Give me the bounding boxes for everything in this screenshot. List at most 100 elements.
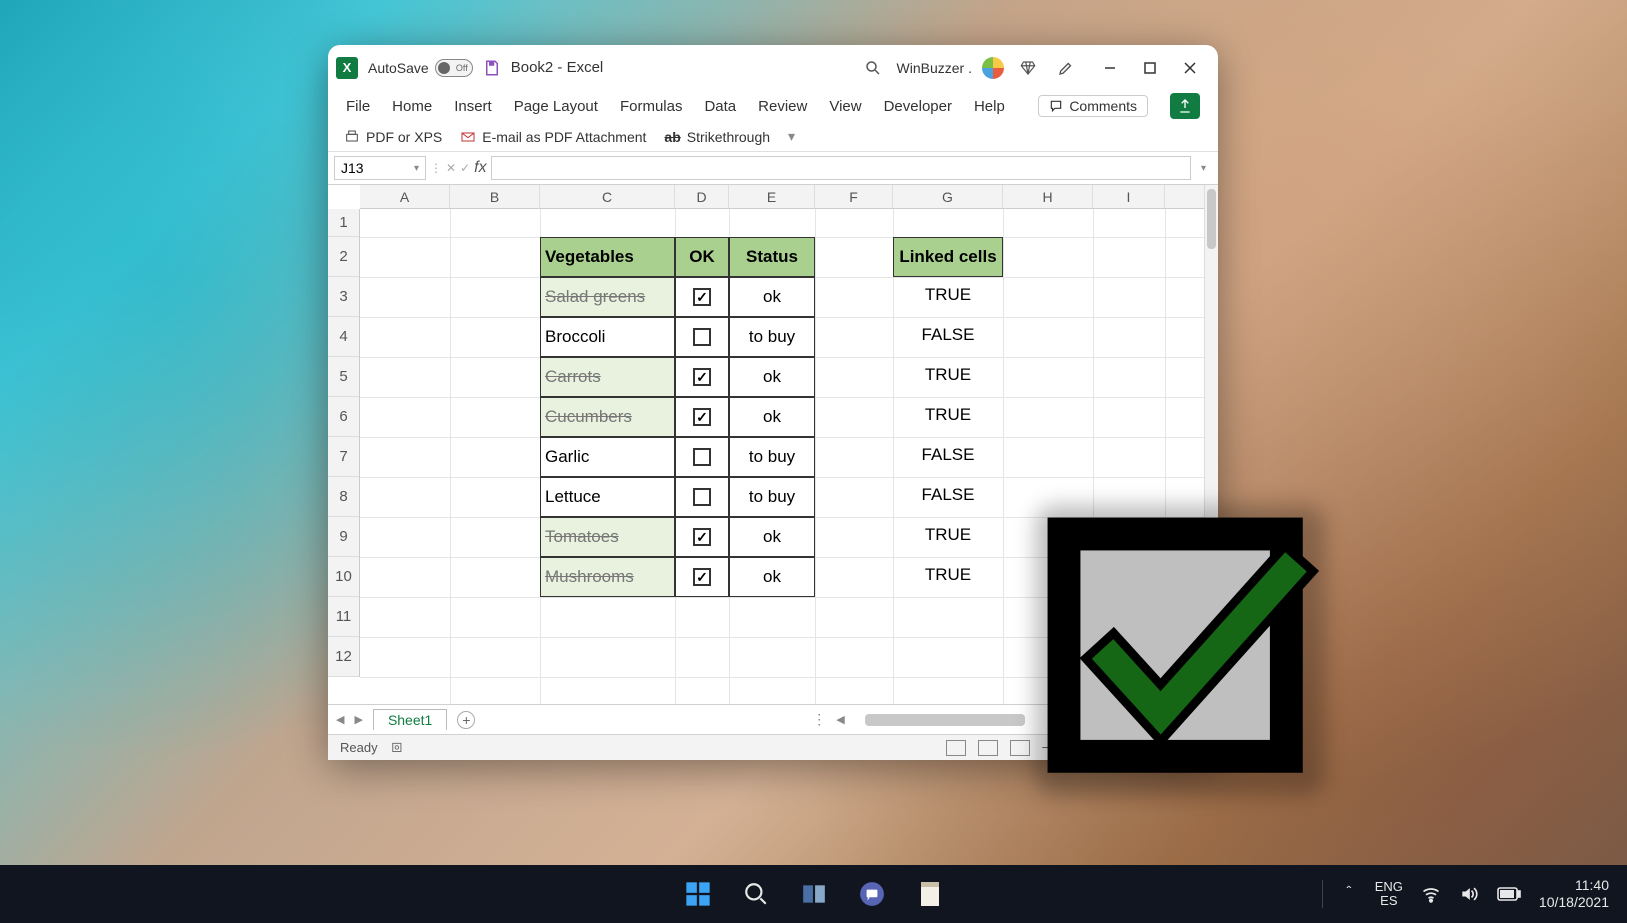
checkbox[interactable] xyxy=(693,568,711,586)
table-header[interactable]: Status xyxy=(729,237,815,277)
checkbox[interactable] xyxy=(693,488,711,506)
language-indicator[interactable]: ENGES xyxy=(1375,880,1403,909)
tab-data[interactable]: Data xyxy=(704,98,736,115)
wifi-icon[interactable] xyxy=(1421,884,1441,904)
tab-home[interactable]: Home xyxy=(392,98,432,115)
cell-vegetable[interactable]: Salad greens xyxy=(540,277,675,317)
cell-ok[interactable] xyxy=(675,397,729,437)
qat-email-pdf[interactable]: E-mail as PDF Attachment xyxy=(460,129,646,145)
taskbar-explorer-icon[interactable] xyxy=(915,879,945,909)
row-header-2[interactable]: 2 xyxy=(328,237,359,277)
formula-input[interactable] xyxy=(491,156,1191,180)
cell-ok[interactable] xyxy=(675,317,729,357)
cell-linked[interactable]: TRUE xyxy=(893,365,1003,385)
cell-status[interactable]: ok xyxy=(729,357,815,397)
cell-status[interactable]: to buy xyxy=(729,477,815,517)
account-name[interactable]: WinBuzzer . xyxy=(897,60,972,76)
tab-review[interactable]: Review xyxy=(758,98,807,115)
cell-linked[interactable]: TRUE xyxy=(893,285,1003,305)
checkbox[interactable] xyxy=(693,368,711,386)
row-header-12[interactable]: 12 xyxy=(328,637,359,677)
row-header-10[interactable]: 10 xyxy=(328,557,359,597)
cell-status[interactable]: ok xyxy=(729,517,815,557)
tab-formulas[interactable]: Formulas xyxy=(620,98,683,115)
row-header-3[interactable]: 3 xyxy=(328,277,359,317)
cell-vegetable[interactable]: Lettuce xyxy=(540,477,675,517)
cell-linked[interactable]: TRUE xyxy=(893,405,1003,425)
row-header-5[interactable]: 5 xyxy=(328,357,359,397)
tab-insert[interactable]: Insert xyxy=(454,98,492,115)
cell-ok[interactable] xyxy=(675,277,729,317)
cell-ok[interactable] xyxy=(675,357,729,397)
share-button[interactable] xyxy=(1170,93,1200,119)
minimize-button[interactable] xyxy=(1090,52,1130,84)
taskbar-search-icon[interactable] xyxy=(741,879,771,909)
cancel-icon[interactable]: ✕ xyxy=(446,161,456,175)
battery-icon[interactable] xyxy=(1497,887,1521,901)
comments-button[interactable]: Comments xyxy=(1038,95,1148,117)
row-header-7[interactable]: 7 xyxy=(328,437,359,477)
checkbox[interactable] xyxy=(693,328,711,346)
row-header-8[interactable]: 8 xyxy=(328,477,359,517)
col-header-I[interactable]: I xyxy=(1093,185,1165,208)
sheet-tab-sheet1[interactable]: Sheet1 xyxy=(373,709,447,730)
row-header-6[interactable]: 6 xyxy=(328,397,359,437)
tab-page-layout[interactable]: Page Layout xyxy=(514,98,598,115)
cell-status[interactable]: ok xyxy=(729,557,815,597)
add-sheet-button[interactable]: + xyxy=(457,711,475,729)
cell-vegetable[interactable]: Tomatoes xyxy=(540,517,675,557)
maximize-button[interactable] xyxy=(1130,52,1170,84)
col-header-C[interactable]: C xyxy=(540,185,675,208)
col-header-B[interactable]: B xyxy=(450,185,540,208)
qat-overflow[interactable]: ▾ xyxy=(788,128,795,145)
tab-developer[interactable]: Developer xyxy=(884,98,952,115)
task-view-icon[interactable] xyxy=(799,879,829,909)
taskbar-chat-icon[interactable] xyxy=(857,879,887,909)
column-headers[interactable]: ABCDEFGHI xyxy=(360,185,1204,209)
cell-status[interactable]: ok xyxy=(729,397,815,437)
qat-pdf-xps[interactable]: PDF or XPS xyxy=(344,129,442,145)
volume-icon[interactable] xyxy=(1459,884,1479,904)
pen-icon[interactable] xyxy=(1052,54,1080,82)
tab-help[interactable]: Help xyxy=(974,98,1005,115)
hscroll-left-icon[interactable]: ◀ xyxy=(836,713,844,726)
tab-options-icon[interactable]: ⋮ xyxy=(812,711,826,728)
checkbox[interactable] xyxy=(693,288,711,306)
view-normal-icon[interactable] xyxy=(946,740,966,756)
cell-vegetable[interactable]: Mushrooms xyxy=(540,557,675,597)
diamond-icon[interactable] xyxy=(1014,54,1042,82)
cell-linked[interactable]: FALSE xyxy=(893,325,1003,345)
autosave-toggle[interactable]: AutoSave Off xyxy=(368,59,473,77)
row-header-1[interactable]: 1 xyxy=(328,209,359,237)
cell-linked[interactable]: FALSE xyxy=(893,445,1003,465)
cell-ok[interactable] xyxy=(675,557,729,597)
cell-ok[interactable] xyxy=(675,477,729,517)
account-avatar-icon[interactable] xyxy=(982,57,1004,79)
view-page-layout-icon[interactable] xyxy=(978,740,998,756)
cell-vegetable[interactable]: Carrots xyxy=(540,357,675,397)
cell-ok[interactable] xyxy=(675,437,729,477)
view-page-break-icon[interactable] xyxy=(1010,740,1030,756)
col-header-A[interactable]: A xyxy=(360,185,450,208)
row-header-9[interactable]: 9 xyxy=(328,517,359,557)
cell-linked[interactable]: TRUE xyxy=(893,565,1003,585)
row-headers[interactable]: 123456789101112 xyxy=(328,209,360,677)
cell-status[interactable]: ok xyxy=(729,277,815,317)
tray-overflow-icon[interactable]: ＾ xyxy=(1341,882,1357,906)
formula-expand-icon[interactable]: ▾ xyxy=(1195,163,1212,174)
tab-file[interactable]: File xyxy=(346,98,370,115)
row-header-11[interactable]: 11 xyxy=(328,597,359,637)
col-header-D[interactable]: D xyxy=(675,185,729,208)
col-header-G[interactable]: G xyxy=(893,185,1003,208)
cell-ok[interactable] xyxy=(675,517,729,557)
table-header[interactable]: Vegetables xyxy=(540,237,675,277)
qat-strikethrough[interactable]: ab Strikethrough xyxy=(664,129,770,145)
col-header-E[interactable]: E xyxy=(729,185,815,208)
table-header[interactable]: Linked cells xyxy=(893,237,1003,277)
enter-icon[interactable]: ✓ xyxy=(460,161,470,175)
col-header-F[interactable]: F xyxy=(815,185,893,208)
checkbox[interactable] xyxy=(693,448,711,466)
checkbox[interactable] xyxy=(693,408,711,426)
save-icon[interactable] xyxy=(483,59,501,77)
start-button[interactable] xyxy=(683,879,713,909)
